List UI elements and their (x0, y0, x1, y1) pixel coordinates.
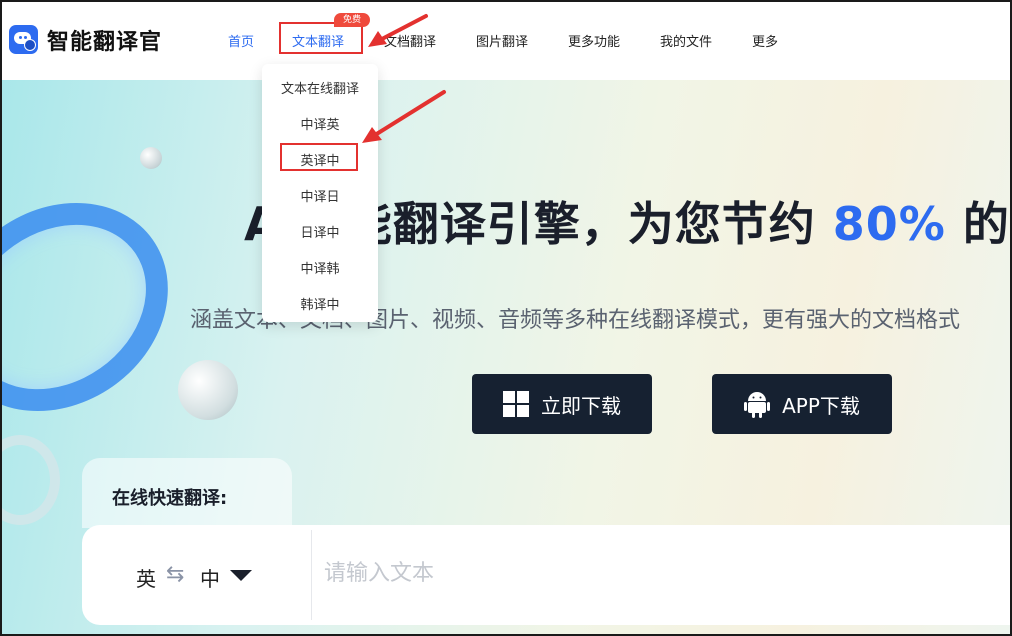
annotation-arrows (362, 14, 446, 143)
arrow-to-nav-icon (368, 14, 428, 47)
arrow-to-dropdown-icon (362, 90, 446, 143)
